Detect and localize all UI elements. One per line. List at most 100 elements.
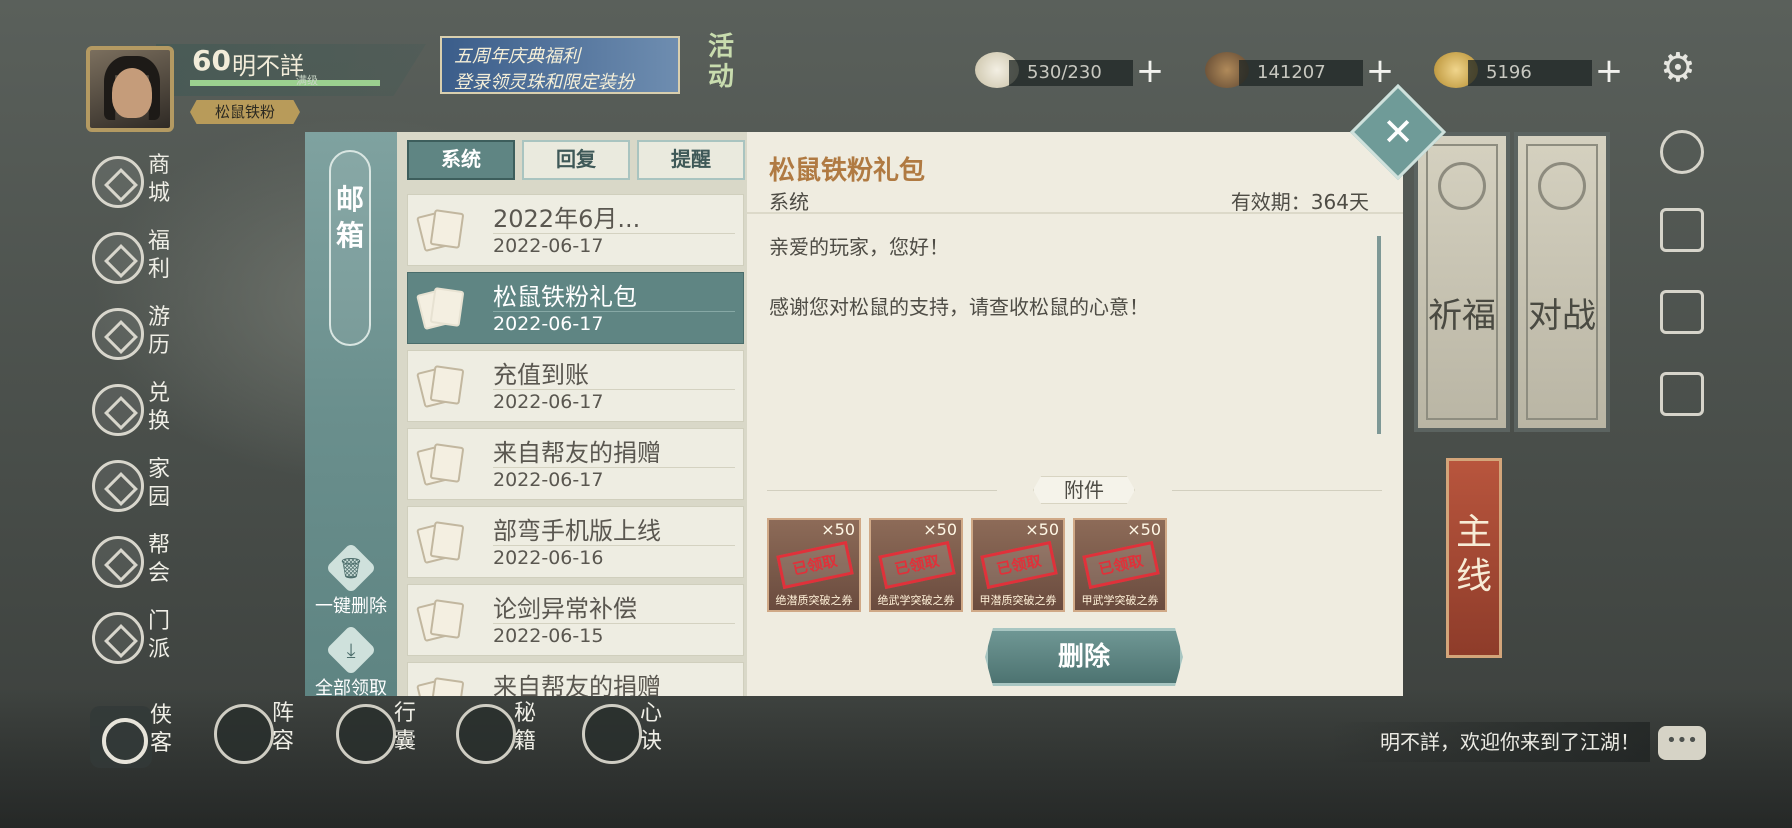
heart-icon — [582, 704, 642, 764]
delete-button[interactable]: 删除 — [985, 628, 1183, 686]
mail-list-item[interactable]: 2022年6月... 2022-06-17 — [407, 194, 744, 266]
mail-title: 充值到账 — [493, 361, 589, 389]
menu-label: 帮会 — [148, 533, 171, 586]
scroll-list-icon[interactable] — [1660, 290, 1704, 334]
attachment-count: ×50 — [1127, 520, 1161, 539]
guild-icon — [92, 536, 144, 588]
main-story-label: 主线 — [1455, 512, 1492, 597]
mail-validity: 有效期：364天 — [1230, 190, 1369, 214]
attachment-item[interactable]: ×50 已领取 甲武学突破之券 — [1073, 518, 1167, 612]
nav-label: 行囊 — [394, 701, 417, 754]
menu-label: 福利 — [148, 229, 171, 282]
divider — [493, 467, 735, 468]
hero-button[interactable] — [90, 706, 152, 768]
home-icon — [92, 460, 144, 512]
pray-scroll[interactable]: 祈福 — [1414, 132, 1510, 432]
menu-item-exchange[interactable]: 兑换 — [92, 378, 192, 442]
attachment-count: ×50 — [923, 520, 957, 539]
cards-icon[interactable] — [1660, 208, 1704, 252]
menu-item-guild[interactable]: 帮会 — [92, 530, 192, 594]
delete-all-label: 一键删除 — [315, 596, 387, 617]
banner-line2: 登录领灵珠和限定装扮 — [454, 72, 634, 93]
banner-line1: 五周年庆典福利 — [454, 46, 580, 67]
add-coins-button[interactable]: + — [1363, 54, 1397, 90]
nav-label: 秘籍 — [514, 701, 537, 754]
orb-icon — [1438, 162, 1486, 210]
divider — [493, 545, 735, 546]
claim-all-button[interactable]: ⤓ 全部领取 — [305, 624, 397, 700]
mail-date: 2022-06-17 — [493, 469, 604, 491]
trash-icon: 🗑 — [325, 542, 377, 594]
mail-list-panel: 系统 回复 提醒 2022年6月... 2022-06-17 松鼠铁粉礼包 20… — [397, 132, 747, 696]
mailbox-modal: 邮箱 🗑 一键删除 ⤓ 全部领取 系统 回复 提醒 2022年6月... 202… — [305, 132, 1403, 699]
manual-icon — [456, 704, 516, 764]
menu-item-travel[interactable]: 游历 — [92, 302, 192, 366]
mail-cards-icon — [416, 207, 468, 255]
claimed-stamp: 已领取 — [878, 540, 956, 590]
menu-item-welfare[interactable]: 福利 — [92, 226, 192, 290]
tab-system[interactable]: 系统 — [407, 140, 515, 180]
attachment-item[interactable]: ×50 已领取 甲潜质突破之券 — [971, 518, 1065, 612]
sect-icon — [92, 612, 144, 664]
anniversary-banner[interactable]: 五周年庆典福利 登录领灵珠和限定装扮 — [440, 36, 680, 94]
divider — [1172, 490, 1382, 491]
mail-list-item[interactable]: 来自帮友的捐赠 2022-06-17 — [407, 428, 744, 500]
hero-label: 侠客 — [150, 703, 173, 756]
player-avatar[interactable] — [86, 46, 174, 132]
mail-cards-icon — [416, 597, 468, 645]
menu-item-sect[interactable]: 门派 — [92, 606, 192, 670]
exp-bar — [190, 80, 380, 86]
shop-icon — [92, 156, 144, 208]
mail-title: 2022年6月... — [493, 205, 641, 233]
bag-icon — [336, 704, 396, 764]
player-title-badge: 松鼠铁粉 — [190, 100, 300, 124]
chat-icon[interactable] — [1658, 726, 1706, 760]
gear-icon[interactable]: ⚙ — [1660, 48, 1696, 88]
mail-greeting: 亲爱的玩家，您好！ — [769, 235, 949, 259]
attachment-item[interactable]: ×50 已领取 绝潜质突破之券 — [767, 518, 861, 612]
attachment-name: 绝潜质突破之券 — [775, 594, 853, 607]
mail-title: 来自帮友的捐赠 — [493, 439, 661, 467]
menu-item-home[interactable]: 家园 — [92, 454, 192, 518]
fist-icon[interactable] — [1660, 130, 1704, 174]
menu-item-shop[interactable]: 商城 — [92, 150, 192, 214]
mail-cards-icon — [416, 675, 468, 696]
mail-list-item[interactable]: 论剑异常补偿 2022-06-15 — [407, 584, 744, 656]
mail-title: 论剑异常补偿 — [493, 595, 637, 623]
pray-label: 祈福 — [1428, 296, 1496, 336]
swords-icon — [1538, 162, 1586, 210]
add-stamina-button[interactable]: + — [1133, 54, 1167, 90]
battle-scroll[interactable]: 对战 — [1514, 132, 1610, 432]
welcome-message: 明不詳，欢迎你来到了江湖！ — [1330, 722, 1650, 762]
attachment-item[interactable]: ×50 已领取 绝武学突破之券 — [869, 518, 963, 612]
claim-icon: ⤓ — [325, 624, 377, 676]
mailbox-sidebar: 邮箱 🗑 一键删除 ⤓ 全部领取 — [305, 132, 397, 699]
player-name: 明不詳 — [232, 52, 304, 80]
mail-list-item[interactable]: 来自帮友的捐赠 — [407, 662, 744, 696]
activity-button[interactable]: 活动 — [708, 32, 746, 92]
checklist-icon[interactable] — [1660, 372, 1704, 416]
tab-reply[interactable]: 回复 — [522, 140, 630, 180]
mail-title: 部弯手机版上线 — [493, 517, 661, 545]
main-story-button[interactable]: 主线 — [1446, 458, 1502, 658]
battle-label: 对战 — [1528, 296, 1596, 336]
tab-reminder[interactable]: 提醒 — [637, 140, 745, 180]
delete-all-button[interactable]: 🗑 一键删除 — [305, 542, 397, 618]
claim-all-label: 全部领取 — [315, 678, 387, 699]
mail-body-scrollbar[interactable] — [1377, 236, 1381, 434]
mail-date: 2022-06-17 — [493, 313, 604, 335]
add-ingot-button[interactable]: + — [1592, 54, 1626, 90]
divider — [493, 233, 735, 234]
divider — [767, 490, 997, 491]
mail-list-item-selected[interactable]: 松鼠铁粉礼包 2022-06-17 — [407, 272, 744, 344]
attachment-count: ×50 — [821, 520, 855, 539]
attachment-name: 甲潜质突破之券 — [979, 594, 1057, 607]
mail-list-item[interactable]: 部弯手机版上线 2022-06-16 — [407, 506, 744, 578]
mail-title: 松鼠铁粉礼包 — [493, 283, 637, 311]
mail-date: 2022-06-16 — [493, 547, 604, 569]
mail-list-item[interactable]: 充值到账 2022-06-17 — [407, 350, 744, 422]
mail-cards-icon — [416, 285, 468, 333]
ingot-value: 5196 — [1468, 60, 1592, 86]
mail-detail-title: 松鼠铁粉礼包 — [769, 156, 926, 186]
mail-date: 2022-06-15 — [493, 625, 604, 647]
